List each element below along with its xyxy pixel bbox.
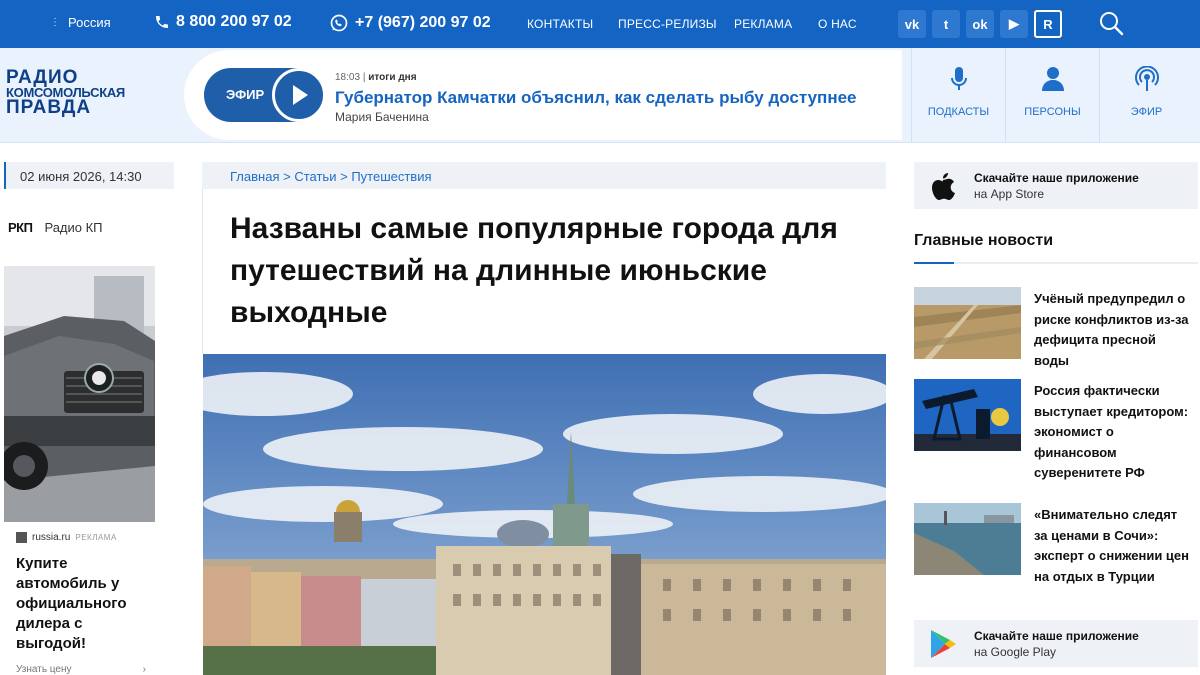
google-play-banner[interactable]: Скачайте наше приложение на Google Play	[914, 620, 1198, 667]
article-hero-image	[203, 354, 886, 675]
rkp-logo: РКП	[8, 220, 33, 235]
breadcrumb-separator: >	[340, 169, 348, 184]
region-selector[interactable]: ⋮ Россия	[50, 15, 111, 30]
live-meta: 18:03 | итоги дня	[335, 72, 417, 83]
logo-line-3: ПРАВДА	[6, 97, 92, 118]
column-divider	[202, 189, 203, 354]
ad-source-name: russia.ru	[32, 532, 71, 543]
phone-link-2[interactable]: +7 (967) 200 97 02	[329, 13, 491, 33]
breadcrumb-home[interactable]: Главная	[230, 169, 279, 184]
nav-contacts[interactable]: КОНТАКТЫ	[527, 17, 593, 31]
app-store-line1: Скачайте наше приложение	[974, 171, 1139, 185]
breadcrumb-separator: >	[283, 169, 291, 184]
news-thumbnail	[914, 287, 1021, 359]
ad-image	[4, 266, 155, 522]
podcasts-button[interactable]: ПОДКАСТЫ	[911, 48, 1005, 143]
news-thumbnail	[914, 503, 1021, 575]
podcasts-label: ПОДКАСТЫ	[927, 106, 990, 118]
news-thumbnail	[914, 379, 1021, 451]
play-icon	[272, 68, 326, 122]
ad-banner[interactable]: russia.ru РЕКЛАМА Купите автомобиль у оф…	[4, 266, 155, 675]
phone-icon	[156, 16, 168, 28]
news-headline: Учёный предупредил о риске конфликтов из…	[1034, 291, 1189, 368]
persons-label: ПЕРСОНЫ	[1024, 106, 1081, 118]
ad-source: russia.ru РЕКЛАМА	[16, 532, 117, 543]
dots-icon: ⋮	[50, 16, 60, 28]
live-play-button[interactable]: ЭФИР	[204, 68, 326, 122]
live-broadcast-panel: ЭФИР 18:03 | итоги дня Губернатор Камчат…	[184, 50, 902, 140]
whatsapp-icon	[330, 14, 348, 32]
vk-icon[interactable]: vk	[898, 10, 926, 38]
ad-more-label: Узнать цену	[16, 664, 72, 675]
nav-press-releases[interactable]: ПРЕСС-РЕЛИЗЫ	[618, 17, 717, 31]
chevron-right-icon: ›	[142, 664, 146, 675]
app-store-line2: на App Store	[974, 187, 1045, 201]
radio-kp-label: Радио КП	[44, 220, 103, 235]
live-headline[interactable]: Губернатор Камчатки объяснил, как сделат…	[335, 88, 857, 108]
region-label: Россия	[68, 15, 111, 30]
phone-number-2: +7 (967) 200 97 02	[355, 14, 491, 31]
radio-kp-link[interactable]: РКП Радио КП	[8, 220, 103, 235]
broadcast-icon	[1134, 66, 1159, 91]
breadcrumb-articles[interactable]: Статьи	[294, 169, 336, 184]
person-icon	[1041, 67, 1064, 91]
twitter-icon[interactable]: t	[932, 10, 960, 38]
ad-source-icon	[16, 532, 27, 543]
app-store-banner[interactable]: Скачайте наше приложение на App Store	[914, 162, 1198, 209]
google-play-line2: на Google Play	[974, 645, 1057, 659]
rutube-icon[interactable]: R	[1034, 10, 1062, 38]
ad-more-link[interactable]: Узнать цену ›	[16, 664, 146, 675]
article-title: Названы самые популярные города для путе…	[230, 212, 838, 329]
persons-button[interactable]: ПЕРСОНЫ	[1005, 48, 1099, 143]
ad-tag: РЕКЛАМА	[75, 533, 117, 542]
apple-icon	[932, 173, 955, 200]
logo-line-1: РАДИО	[6, 67, 79, 88]
site-header: РАДИО КОМСОМОЛЬСКАЯ ПРАВДА ЭФИР 18:03 | …	[0, 48, 1200, 143]
news-headline: Россия фактически выступает кредитором: …	[1034, 383, 1189, 480]
live-program: итоги дня	[368, 72, 417, 83]
search-icon[interactable]	[1098, 10, 1124, 36]
broadcast-label: ЭФИР	[1130, 106, 1163, 118]
breadcrumb: Главная > Статьи > Путешествия	[202, 162, 886, 189]
ad-title[interactable]: Купите автомобиль у официального дилера …	[16, 554, 152, 654]
site-logo[interactable]: РАДИО КОМСОМОЛЬСКАЯ ПРАВДА	[6, 67, 125, 118]
breadcrumb-travel[interactable]: Путешествия	[351, 169, 431, 184]
google-play-icon	[931, 630, 956, 658]
live-button-label: ЭФИР	[226, 87, 265, 102]
social-links: vk t ok ▶ R	[898, 10, 1062, 38]
nav-advertising[interactable]: РЕКЛАМА	[734, 17, 792, 31]
main-news-heading: Главные новости	[914, 232, 1054, 249]
broadcast-button[interactable]: ЭФИР	[1099, 48, 1193, 143]
top-bar: ⋮ Россия 8 800 200 97 02 +7 (967) 200 97…	[0, 0, 1200, 48]
live-author: Мария Баченина	[335, 110, 429, 124]
main-news-divider	[914, 262, 1198, 264]
nav-about[interactable]: О НАС	[818, 17, 857, 31]
main-news-divider-accent	[914, 262, 954, 264]
odnoklassniki-icon[interactable]: ok	[966, 10, 994, 38]
google-play-line1: Скачайте наше приложение	[974, 629, 1139, 643]
microphone-icon	[950, 67, 967, 90]
youtube-icon[interactable]: ▶	[1000, 10, 1028, 38]
current-date: 02 июня 2026, 14:30	[4, 162, 174, 189]
phone-number-1: 8 800 200 97 02	[176, 13, 292, 30]
news-headline: «Внимательно следят за ценами в Сочи»: э…	[1034, 507, 1189, 584]
phone-link-1[interactable]: 8 800 200 97 02	[154, 13, 292, 31]
live-time: 18:03	[335, 72, 361, 83]
